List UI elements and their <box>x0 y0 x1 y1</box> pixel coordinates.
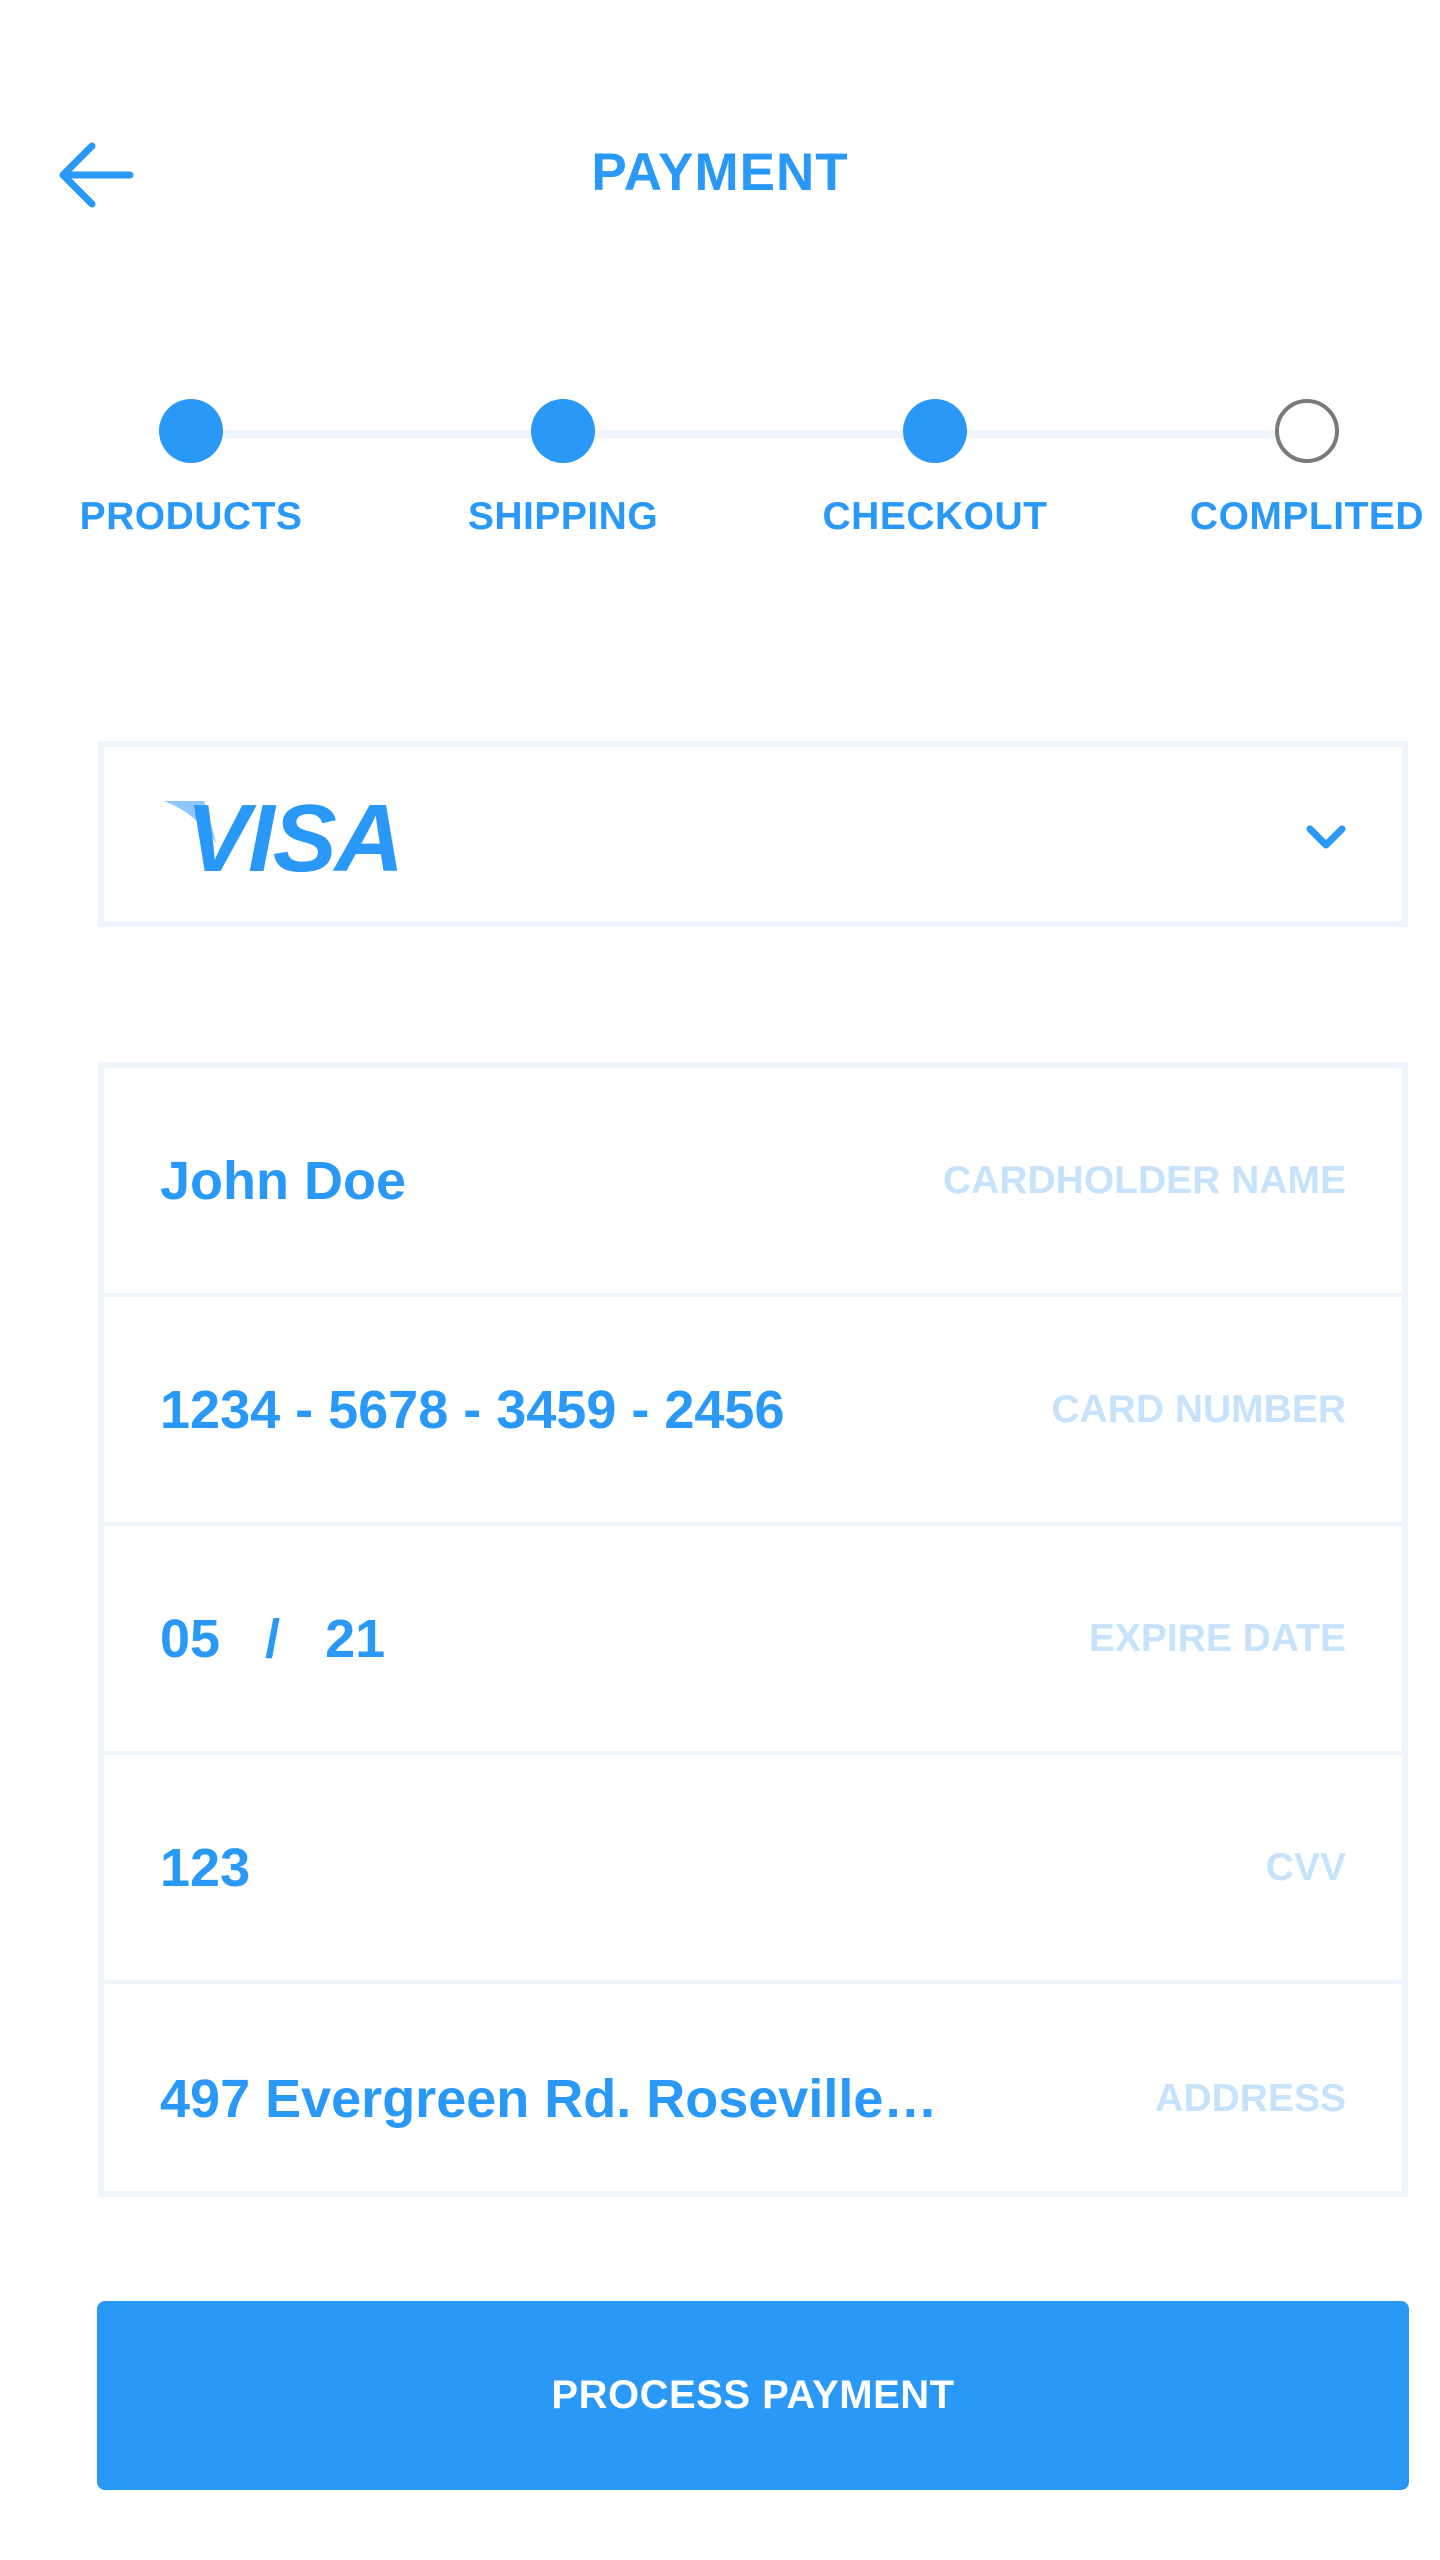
step-label: CHECKOUT <box>822 495 1048 538</box>
visa-logo: VISA <box>164 791 414 887</box>
step-checkout[interactable]: CHECKOUT <box>785 390 1085 539</box>
expire-date-field[interactable]: 05 / 21 EXPIRE DATE <box>104 1526 1402 1755</box>
step-label: SHIPPING <box>467 495 659 538</box>
card-number-label: CARD NUMBER <box>1051 1387 1346 1431</box>
process-payment-button[interactable]: PROCESS PAYMENT <box>97 2301 1409 2490</box>
cardholder-name-label: CARDHOLDER NAME <box>943 1158 1346 1202</box>
address-label: ADDRESS <box>1155 2076 1346 2120</box>
step-dot-completed <box>903 399 967 463</box>
card-number-value: 1234 - 5678 - 3459 - 2456 <box>160 1379 785 1440</box>
step-label: COMPLITED <box>1189 495 1425 538</box>
card-type-dropdown[interactable]: VISA <box>98 741 1408 927</box>
cvv-value: 123 <box>160 1837 251 1898</box>
progress-stepper: PRODUCTS SHIPPING CHECKOUT COMPLITED <box>0 390 1440 560</box>
step-label: PRODUCTS <box>79 495 303 538</box>
step-shipping[interactable]: SHIPPING <box>413 390 713 539</box>
cardholder-name-value: John Doe <box>160 1150 407 1211</box>
cvv-label: CVV <box>1265 1845 1346 1889</box>
step-products[interactable]: PRODUCTS <box>41 390 341 539</box>
step-dot-completed <box>159 399 223 463</box>
step-completed[interactable]: COMPLITED <box>1157 390 1440 539</box>
step-dot-pending <box>1275 399 1339 463</box>
card-number-field[interactable]: 1234 - 5678 - 3459 - 2456 CARD NUMBER <box>104 1297 1402 1526</box>
stepper-track <box>191 430 1301 438</box>
expire-date-value: 05 / 21 <box>160 1608 386 1669</box>
payment-form: John Doe CARDHOLDER NAME 1234 - 5678 - 3… <box>98 1062 1408 2197</box>
chevron-down-icon[interactable] <box>1304 819 1348 855</box>
expire-date-label: EXPIRE DATE <box>1088 1616 1346 1660</box>
step-dot-completed <box>531 399 595 463</box>
card-brand-text: VISA <box>186 785 404 892</box>
page-title: PAYMENT <box>591 143 849 202</box>
cvv-field[interactable]: 123 CVV <box>104 1755 1402 1984</box>
address-field[interactable]: 497 Evergreen Rd. Roseville… ADDRESS <box>104 1984 1402 2213</box>
address-value: 497 Evergreen Rd. Roseville… <box>160 2068 938 2129</box>
cardholder-name-field[interactable]: John Doe CARDHOLDER NAME <box>104 1068 1402 1297</box>
